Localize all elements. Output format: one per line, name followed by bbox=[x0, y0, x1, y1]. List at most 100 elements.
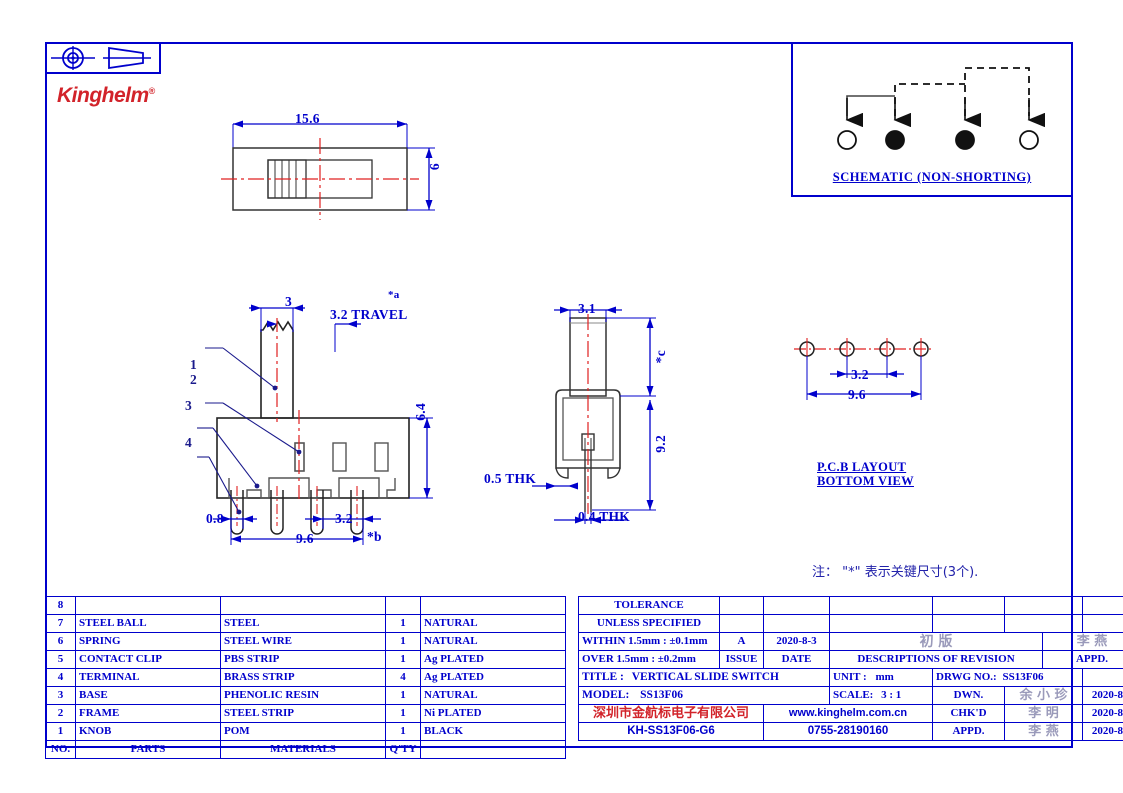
schematic-caption: SCHEMATIC (NON-SHORTING) bbox=[832, 170, 1032, 184]
registered-mark: ® bbox=[148, 86, 156, 96]
bom-finish: NATURAL bbox=[420, 632, 566, 651]
bom-finish: NATURAL bbox=[420, 686, 566, 705]
scale-value: 3 : 1 bbox=[881, 689, 902, 701]
callout-2: 2 bbox=[190, 372, 197, 387]
rev-col-d bbox=[1082, 614, 1123, 633]
bom-parts: SPRING bbox=[75, 632, 221, 651]
bom-materials: STEEL bbox=[220, 614, 386, 633]
table-gap bbox=[566, 723, 579, 741]
table-header-row: NO. PARTS MATERIALS Q'TY bbox=[45, 740, 1123, 759]
bom-qty: 4 bbox=[385, 668, 421, 687]
date-label: DATE bbox=[763, 650, 830, 669]
rev-col-b bbox=[932, 614, 1005, 633]
side-view-drawing bbox=[532, 306, 656, 524]
front-view-travel-dim: 3.2 TRAVEL bbox=[330, 307, 408, 322]
tol-col-b bbox=[763, 596, 830, 615]
bom-parts bbox=[75, 596, 221, 615]
table-gap bbox=[566, 597, 579, 615]
front-view-span-marker: *b bbox=[367, 529, 382, 544]
company-website[interactable]: www.kinghelm.com.cn bbox=[763, 704, 933, 723]
drwg-label: DRWG NO.: bbox=[936, 671, 997, 683]
bom-no: 8 bbox=[45, 596, 76, 615]
table-gap bbox=[566, 741, 579, 759]
drwg-value: SS13F06 bbox=[1002, 671, 1044, 683]
bom-materials: PHENOLIC RESIN bbox=[220, 686, 386, 705]
bom-materials: BRASS STRIP bbox=[220, 668, 386, 687]
bom-finish: Ni PLATED bbox=[420, 704, 566, 723]
appd-value: 李 燕 bbox=[1004, 722, 1083, 741]
bom-qty bbox=[385, 596, 421, 615]
table-row: 7 STEEL BALL STEEL 1 NATURAL UNLESS SPEC… bbox=[45, 614, 1123, 633]
bom-qty: 1 bbox=[385, 614, 421, 633]
chkd-label: CHK'D bbox=[932, 704, 1005, 723]
table-row: 2 FRAME STEEL STRIP 1 Ni PLATED 深圳市金航标电子… bbox=[45, 704, 1123, 723]
bom-header-materials: MATERIALS bbox=[220, 740, 386, 759]
brand-logo-text: Kinghelm bbox=[57, 84, 149, 107]
schematic-diagram bbox=[837, 67, 1045, 150]
unit-label: UNIT : bbox=[833, 671, 867, 683]
brand-logo: Kinghelm® bbox=[57, 84, 155, 108]
bom-parts: KNOB bbox=[75, 722, 221, 741]
bom-qty: 1 bbox=[385, 722, 421, 741]
bom-header-parts: PARTS bbox=[75, 740, 221, 759]
bom-no: 7 bbox=[45, 614, 76, 633]
bom-qty: 1 bbox=[385, 632, 421, 651]
pcb-span-dim: 9.6 bbox=[848, 387, 866, 402]
rev-col-b bbox=[932, 596, 1005, 615]
dwn-value: 余 小 珍 bbox=[1004, 686, 1083, 705]
unit-cell: UNIT : mm bbox=[829, 668, 933, 687]
revision-label: DESCRIPTIONS OF REVISION bbox=[829, 650, 1043, 669]
table-row: 1 KNOB POM 1 BLACK KH-SS13F06-G6 0755-28… bbox=[45, 722, 1123, 741]
callout-1: 1 bbox=[190, 357, 197, 372]
pcb-layout-caption-line1: P.C.B LAYOUT bbox=[817, 460, 907, 474]
bom-parts: BASE bbox=[75, 686, 221, 705]
top-view-drawing bbox=[221, 120, 435, 220]
title-label: TITLE : bbox=[582, 670, 624, 683]
schematic-terminal-1 bbox=[837, 130, 857, 150]
table-gap-right bbox=[579, 741, 1123, 759]
rev-col-d bbox=[1082, 596, 1123, 615]
rev-col-c bbox=[1004, 596, 1083, 615]
table-gap bbox=[566, 705, 579, 723]
projection-symbol-box bbox=[45, 42, 161, 74]
bom-no: 5 bbox=[45, 650, 76, 669]
callout-3: 3 bbox=[185, 398, 192, 413]
dwn-date: 2020-8-3 bbox=[1082, 686, 1123, 705]
table-gap bbox=[566, 669, 579, 687]
schematic-terminal-2 bbox=[885, 130, 905, 150]
first-angle-projection-symbol bbox=[51, 46, 151, 70]
drwg-no-cell: DRWG NO.: SS13F06 bbox=[932, 668, 1083, 687]
tolerance-within: WITHIN 1.5mm : ±0.1mm bbox=[578, 632, 720, 651]
callout-4: 4 bbox=[185, 435, 192, 450]
table-gap bbox=[566, 651, 579, 669]
chkd-date: 2020-8-3 bbox=[1082, 704, 1123, 723]
revision-value: 初 版 bbox=[829, 632, 1043, 651]
pcb-layout-caption-line2: BOTTOM VIEW bbox=[817, 473, 914, 488]
part-number: KH-SS13F06-G6 bbox=[578, 722, 764, 741]
bom-materials: STEEL STRIP bbox=[220, 704, 386, 723]
tolerance-subheader: UNLESS SPECIFIED bbox=[578, 614, 720, 633]
bom-finish: NATURAL bbox=[420, 614, 566, 633]
side-view-frame-thickness-dim: 0.5 THK bbox=[484, 471, 537, 486]
table-gap bbox=[566, 615, 579, 633]
side-view-knob-width-dim: 3.1 bbox=[578, 301, 596, 316]
bom-header-qty: Q'TY bbox=[385, 740, 421, 759]
bom-finish: Ag PLATED bbox=[420, 650, 566, 669]
rev-col-a bbox=[829, 596, 933, 615]
bom-materials bbox=[220, 596, 386, 615]
bom-no: 6 bbox=[45, 632, 76, 651]
bom-qty: 1 bbox=[385, 650, 421, 669]
schematic-box: SCHEMATIC (NON-SHORTING) bbox=[791, 42, 1073, 197]
rev-col-a bbox=[829, 614, 933, 633]
bom-parts: STEEL BALL bbox=[75, 614, 221, 633]
table-row: 6 SPRING STEEL WIRE 1 NATURAL WITHIN 1.5… bbox=[45, 632, 1123, 651]
front-view-pitch-dim: 3.2 bbox=[335, 511, 353, 526]
top-view-width-dim: 15.6 bbox=[295, 111, 320, 126]
unit-value: mm bbox=[875, 671, 894, 683]
tol-col-b bbox=[763, 614, 830, 633]
tolerance-over: OVER 1.5mm : ±0.2mm bbox=[578, 650, 720, 669]
tol-col-a bbox=[719, 614, 764, 633]
front-view-bottom-dims bbox=[213, 515, 381, 545]
appd-date: 2020-8-3 bbox=[1082, 722, 1123, 741]
bom-finish bbox=[420, 596, 566, 615]
